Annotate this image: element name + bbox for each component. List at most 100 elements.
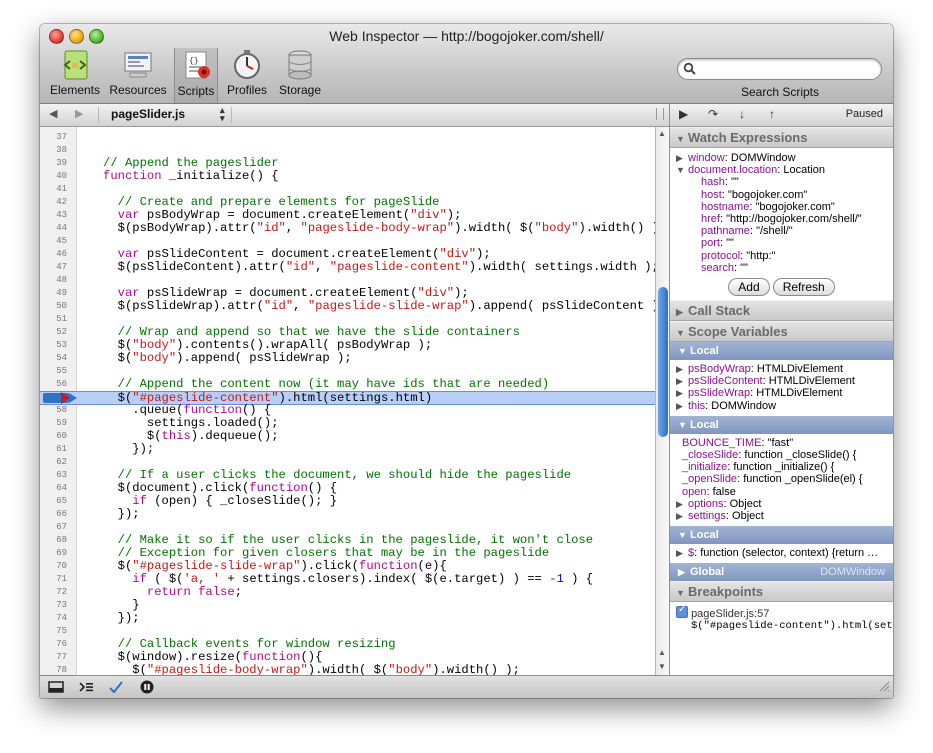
property-row[interactable]: ▶ psSlideWrap: HTMLDivElement — [670, 387, 893, 399]
line-number[interactable]: 73 — [40, 599, 67, 612]
code-line[interactable]: 54 $("body").append( psSlideWrap ); — [40, 352, 655, 365]
line-number[interactable]: 51 — [40, 313, 67, 326]
add-watch-button[interactable]: Add — [728, 278, 770, 297]
property-row[interactable]: pathname: "/shell/" — [670, 225, 893, 237]
property-row[interactable]: ▶ options: Object — [670, 498, 893, 510]
line-number[interactable]: 65 — [40, 495, 67, 508]
line-number[interactable]: 62 — [40, 456, 67, 469]
disclosure-closed-icon[interactable]: ▶ — [676, 375, 688, 387]
toolbar-storage[interactable]: Storage — [276, 49, 324, 101]
disclosure-closed-icon[interactable]: ▶ — [676, 510, 688, 522]
code-line[interactable]: 61 }); — [40, 443, 655, 456]
property-row[interactable]: ▶ window: DOMWindow — [670, 152, 893, 164]
scope-header[interactable]: ▶ Global DOMWindow — [670, 563, 893, 582]
code-line[interactable]: 50 $(psSlideWrap).attr("id", "pageslide-… — [40, 300, 655, 313]
refresh-watch-button[interactable]: Refresh — [772, 278, 835, 297]
line-number[interactable]: 53 — [40, 339, 67, 352]
source-code-view[interactable]: 37 38 39// Append the pageslider 40 function… — [40, 127, 655, 675]
continue-icon[interactable]: ▶︎ — [679, 107, 688, 121]
line-number[interactable]: 66 — [40, 508, 67, 521]
property-row[interactable]: _closeSlide: function _closeSlide() { — [670, 449, 893, 461]
property-row[interactable]: hostname: "bogojoker.com" — [670, 201, 893, 213]
scroll-top-icon[interactable]: ▲ — [658, 129, 666, 138]
pause-on-exceptions-icon[interactable] — [139, 680, 155, 694]
console-toggle-icon[interactable] — [78, 680, 94, 694]
line-number[interactable]: 52 — [40, 326, 67, 339]
scrollbar-thumb[interactable] — [658, 287, 668, 437]
line-number[interactable]: 78 — [40, 664, 67, 675]
line-number[interactable]: 39 — [40, 157, 67, 170]
disclosure-closed-icon[interactable]: ▶ — [676, 547, 688, 559]
code-line[interactable]: 78 $("#pageslide-body-wrap").width( $("b… — [40, 664, 655, 676]
watch-expressions-header[interactable]: ▼ Watch Expressions — [670, 127, 893, 148]
disclosure-closed-icon[interactable]: ▶ — [676, 363, 688, 375]
line-number[interactable]: 60 — [40, 430, 67, 443]
scope-header[interactable]: ▼ Local — [670, 342, 893, 361]
property-row[interactable]: BOUNCE_TIME: "fast" — [670, 437, 893, 449]
line-number[interactable]: 64 — [40, 482, 67, 495]
line-number[interactable]: 63 — [40, 469, 67, 482]
line-number[interactable]: 55 — [40, 365, 67, 378]
line-number[interactable]: 48 — [40, 274, 67, 287]
property-row[interactable]: search: "" — [670, 262, 893, 274]
toolbar-profiles[interactable]: Profiles — [223, 49, 271, 101]
property-row[interactable]: ▶ psSlideContent: HTMLDivElement — [670, 375, 893, 387]
breakpoint-checkbox[interactable]: ✓ — [676, 604, 688, 619]
toolbar-scripts[interactable]: {} Scripts — [174, 48, 218, 103]
line-number[interactable]: 75 — [40, 625, 67, 638]
line-number[interactable]: 38 — [40, 144, 67, 157]
line-number[interactable]: 56 — [40, 378, 67, 391]
call-stack-header[interactable]: ▶ Call Stack — [670, 300, 893, 322]
property-row[interactable]: href: "http://bogojoker.com/shell/" — [670, 213, 893, 225]
code-line[interactable]: 40 function _initialize() { — [40, 170, 655, 183]
line-number[interactable]: 61 — [40, 443, 67, 456]
property-row[interactable]: ▶ settings: Object — [670, 510, 893, 522]
breakpoints-header[interactable]: ▼ Breakpoints — [670, 581, 893, 603]
property-row[interactable]: _initialize: function _initialize() { — [670, 461, 893, 473]
step-out-icon[interactable]: ↑ — [769, 107, 775, 121]
toolbar-elements[interactable]: Elements — [48, 49, 102, 101]
breakpoints-toggle-icon[interactable] — [108, 680, 124, 694]
search-input[interactable] — [677, 58, 882, 80]
line-number[interactable]: 68 — [40, 534, 67, 547]
code-line[interactable]: 47 $(psSlideContent).attr("id", "pagesli… — [40, 261, 655, 274]
forward-arrow-icon[interactable]: ▶ — [75, 107, 83, 120]
dock-toggle-icon[interactable] — [48, 680, 64, 694]
code-line[interactable]: 66 }); — [40, 508, 655, 521]
line-number[interactable]: 76 — [40, 638, 67, 651]
line-number[interactable]: 43 — [40, 209, 67, 222]
line-number[interactable]: 58 — [40, 404, 67, 417]
line-number[interactable]: 42 — [40, 196, 67, 209]
code-line[interactable]: 44 $(psBodyWrap).attr("id", "pageslide-b… — [40, 222, 655, 235]
resize-corner-icon[interactable] — [878, 679, 890, 697]
line-number[interactable]: 40 — [40, 170, 67, 183]
property-row[interactable]: ▶ psBodyWrap: HTMLDivElement — [670, 363, 893, 375]
breakpoint-item[interactable]: ✓ pageSlider.js:57 $("#pageslide-content… — [670, 602, 893, 636]
line-number[interactable]: 70 — [40, 560, 67, 573]
resize-grip-icon[interactable] — [656, 108, 664, 120]
property-row[interactable]: protocol: "http:" — [670, 250, 893, 262]
property-row[interactable]: open: false — [670, 486, 893, 498]
back-arrow-icon[interactable]: ◀ — [49, 107, 57, 120]
line-number[interactable]: 69 — [40, 547, 67, 560]
line-number[interactable]: 67 — [40, 521, 67, 534]
scroll-down-icon[interactable]: ▼ — [658, 662, 666, 671]
line-number[interactable]: 45 — [40, 235, 67, 248]
line-number[interactable]: 74 — [40, 612, 67, 625]
disclosure-closed-icon[interactable]: ▶ — [676, 152, 688, 164]
code-line[interactable]: 74 }); — [40, 612, 655, 625]
line-number[interactable]: 44 — [40, 222, 67, 235]
property-row[interactable]: hash: "" — [670, 176, 893, 188]
property-row[interactable]: _openSlide: function _openSlide(el) { — [670, 473, 893, 485]
line-number[interactable]: 37 — [40, 131, 67, 144]
scroll-up-icon[interactable]: ▲ — [658, 648, 666, 657]
code-line[interactable]: 37 — [40, 131, 655, 144]
script-file-select[interactable]: pageSlider.js ▴▾ — [98, 106, 232, 123]
line-number[interactable]: 41 — [40, 183, 67, 196]
step-into-icon[interactable]: ↓ — [739, 107, 745, 121]
property-row[interactable]: host: "bogojoker.com" — [670, 189, 893, 201]
scope-header[interactable]: ▼ Local — [670, 526, 893, 545]
code-line[interactable]: 56 // Append the content now (it may hav… — [40, 378, 655, 391]
step-over-icon[interactable]: ↷ — [708, 107, 718, 121]
line-number[interactable]: 50 — [40, 300, 67, 313]
